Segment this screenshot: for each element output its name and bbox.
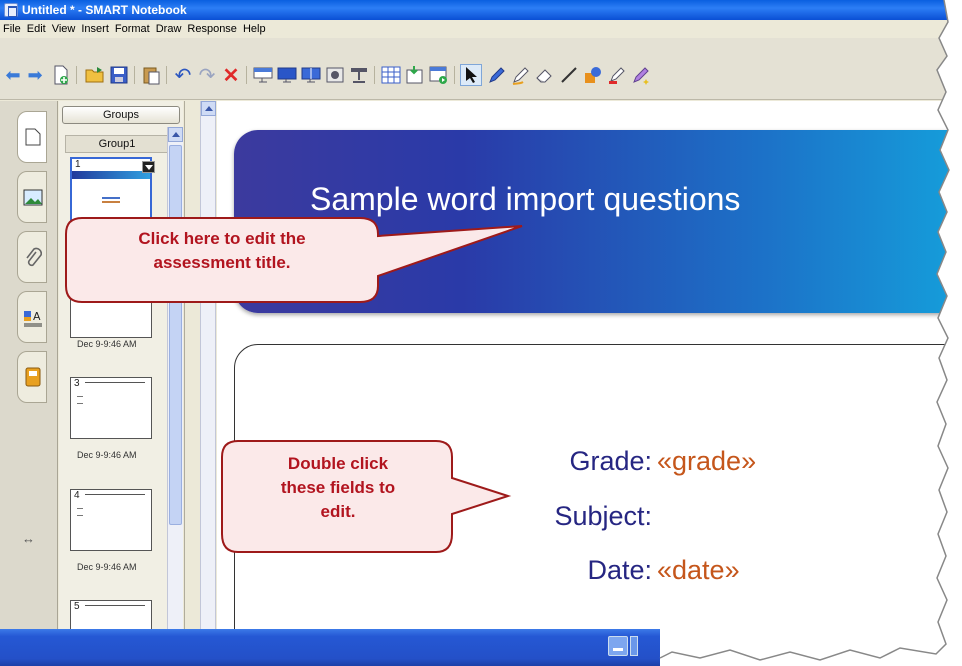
undo-icon[interactable]: ↶ [172, 64, 194, 87]
side-tab-rail: A ↔ [0, 101, 58, 629]
resize-arrows-icon[interactable]: ↔ [22, 531, 35, 546]
gallery-icon [23, 189, 43, 206]
taskbar [0, 629, 660, 666]
page-thumbnail-4[interactable]: 4 [70, 489, 152, 551]
tab-properties[interactable]: A [17, 291, 47, 343]
shapes-icon[interactable] [582, 64, 604, 86]
line-icon[interactable] [558, 64, 580, 86]
page-number: 1 [75, 159, 81, 170]
response-icon [25, 367, 41, 387]
smart-notebook-window: Untitled * - SMART Notebook File Edit View… [0, 0, 962, 666]
tab-response[interactable] [17, 351, 47, 403]
redo-icon[interactable]: ↷ [196, 64, 218, 87]
group-label[interactable]: Group1 [65, 135, 169, 153]
forward-icon[interactable]: ➡ [24, 64, 46, 86]
scroll-up-icon[interactable] [168, 127, 183, 142]
menu-insert[interactable]: Insert [78, 20, 112, 38]
page-sorter: Groups Group1 1 2 Dec 9-9:46 AM 3 Dec 9-… [59, 101, 183, 662]
grade-field[interactable]: «grade» [657, 446, 756, 477]
scroll-up-icon[interactable] [201, 101, 216, 116]
assessment-title[interactable]: Sample word import questions [310, 181, 740, 218]
eraser-icon[interactable] [534, 64, 556, 86]
fields-callout-text: Double click these fields to edit. [280, 454, 396, 521]
groups-button[interactable]: Groups [62, 106, 180, 124]
thumbnail-header [72, 171, 150, 179]
page-number: 4 [74, 490, 80, 501]
menu-file[interactable]: File [0, 20, 24, 38]
fill-icon[interactable] [606, 64, 628, 86]
sorter-scrollbar[interactable] [167, 127, 183, 629]
tab-gallery[interactable] [17, 171, 47, 223]
menu-bar: File Edit View Insert Format Draw Response Help [0, 20, 962, 38]
page-sorter-icon [25, 128, 41, 146]
minimize-icon[interactable] [608, 636, 628, 656]
start-assessment-icon[interactable] [428, 64, 450, 86]
insert-question-icon[interactable] [404, 64, 426, 86]
panel-splitter[interactable] [184, 101, 200, 629]
page-menu-arrow-icon[interactable] [142, 161, 155, 173]
scroll-thumb[interactable] [169, 145, 182, 525]
attachments-icon [26, 247, 42, 267]
thumbnail-lines [102, 197, 120, 203]
back-icon[interactable]: ⬅ [2, 64, 24, 86]
menu-edit[interactable]: Edit [24, 20, 49, 38]
tab-page-sorter[interactable] [17, 111, 47, 163]
delete-icon[interactable]: ✕ [220, 64, 242, 87]
menu-draw[interactable]: Draw [153, 20, 185, 38]
screen-shade-icon[interactable] [252, 64, 274, 86]
svg-text:A: A [33, 310, 41, 323]
window-title: Untitled * - SMART Notebook [22, 3, 187, 17]
tab-attachments[interactable] [17, 231, 47, 283]
tray-icon[interactable] [630, 636, 638, 656]
app-icon [4, 3, 18, 17]
date-field[interactable]: «date» [657, 555, 740, 586]
table-icon[interactable] [380, 64, 402, 86]
menu-view[interactable]: View [49, 20, 79, 38]
page-number: 3 [74, 378, 80, 389]
select-icon[interactable] [460, 64, 482, 86]
open-icon[interactable] [84, 64, 106, 86]
creative-pen-icon[interactable] [510, 64, 532, 86]
date-label: Date: [587, 555, 652, 585]
save-icon[interactable] [108, 64, 130, 86]
canvas-scrollbar[interactable] [200, 101, 216, 629]
add-page-icon[interactable] [50, 64, 72, 86]
full-screen-icon[interactable] [276, 64, 298, 86]
paste-icon[interactable] [140, 64, 162, 86]
page-date: Dec 9-9:46 AM [77, 339, 137, 349]
capture-icon[interactable] [324, 64, 346, 86]
title-callout-text: Click here to edit the assessment title. [138, 229, 306, 272]
properties-icon: A [24, 310, 42, 327]
page-number: 5 [74, 601, 80, 612]
menu-response[interactable]: Response [184, 20, 240, 38]
page-thumbnail-3[interactable]: 3 [70, 377, 152, 439]
title-bar: Untitled * - SMART Notebook [0, 0, 962, 20]
document-camera-icon[interactable] [348, 64, 370, 86]
menu-format[interactable]: Format [112, 20, 153, 38]
dual-display-icon[interactable] [300, 64, 322, 86]
magic-pen-icon[interactable] [630, 64, 652, 86]
page-date: Dec 9-9:46 AM [77, 450, 137, 460]
pen-icon[interactable] [486, 64, 508, 86]
toolbar: ⬅ ➡ ↶ ↷ ✕ [0, 38, 962, 100]
menu-help[interactable]: Help [240, 20, 269, 38]
page-date: Dec 9-9:46 AM [77, 562, 137, 572]
